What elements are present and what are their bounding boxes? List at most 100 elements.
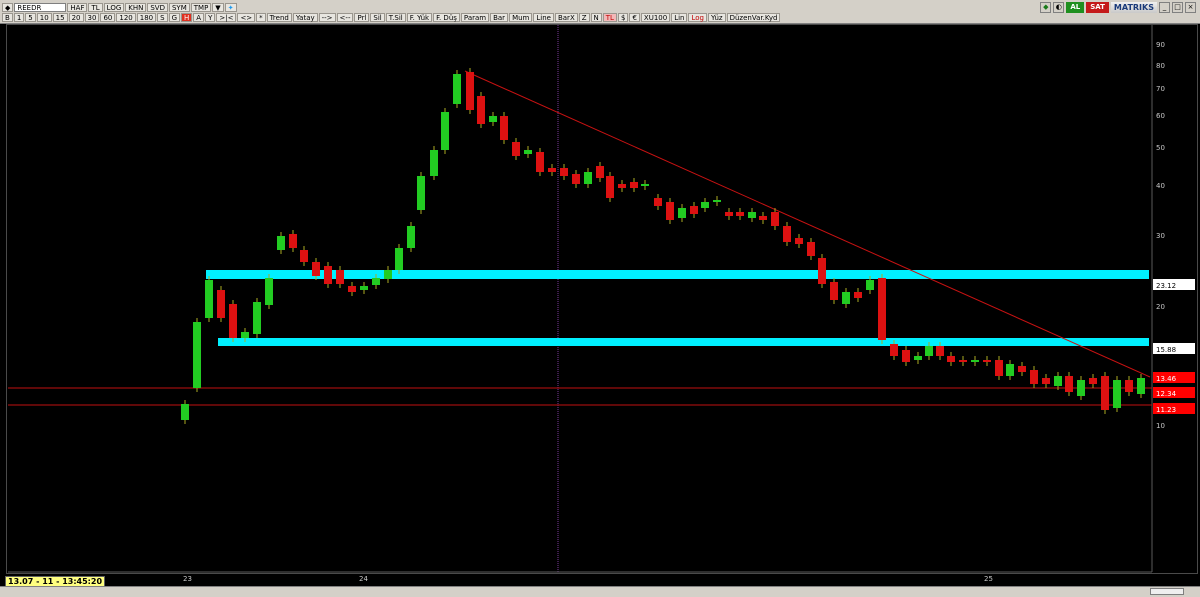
y-tick: 50 <box>1156 144 1165 152</box>
candle-body <box>666 202 674 220</box>
candle-body <box>1018 366 1026 372</box>
candle-body <box>654 198 662 206</box>
price-tags: 23.12 15.88 13.46 12.34 11.23 <box>1153 279 1195 414</box>
candle-body <box>453 74 461 104</box>
candle-body <box>466 72 474 110</box>
candle-body <box>500 116 508 140</box>
candle-body <box>1065 376 1073 392</box>
candle-body <box>995 360 1003 376</box>
candle-body <box>1089 378 1097 384</box>
candle-body <box>936 346 944 356</box>
candle-body <box>477 96 485 124</box>
price-tag: 11.23 <box>1153 403 1195 414</box>
candle-body <box>536 152 544 172</box>
candle-body <box>512 142 520 156</box>
price-axis: 90 80 70 60 50 40 30 20 10 <box>1156 41 1165 430</box>
candle-body <box>890 344 898 356</box>
y-tick: 10 <box>1156 422 1165 430</box>
candle-body <box>193 322 201 388</box>
candle-body <box>348 286 356 292</box>
svg-text:23.12: 23.12 <box>1156 282 1176 290</box>
candles <box>181 68 1145 424</box>
candle-body <box>417 176 425 210</box>
candle-body <box>312 262 320 276</box>
candle-body <box>560 168 568 176</box>
candle-body <box>701 202 709 208</box>
trend-line[interactable] <box>464 70 1151 378</box>
candle-body <box>1113 380 1121 408</box>
y-tick: 70 <box>1156 85 1165 93</box>
resistance-zone-upper[interactable] <box>206 270 1149 279</box>
candle-body <box>690 206 698 214</box>
candle-body <box>783 226 791 242</box>
candle-body <box>807 242 815 256</box>
candle-body <box>748 212 756 218</box>
candle-body <box>241 332 249 338</box>
candle-body <box>678 208 686 218</box>
candle-body <box>959 360 967 362</box>
candle-body <box>584 172 592 184</box>
candle-body <box>914 356 922 360</box>
candle-body <box>524 150 532 154</box>
support-zones <box>206 270 1149 346</box>
candle-body <box>217 290 225 318</box>
candle-body <box>842 292 850 304</box>
candle-body <box>1054 376 1062 386</box>
resistance-zone-lower[interactable] <box>218 338 1149 346</box>
candle-body <box>384 270 392 279</box>
x-tick: 24 <box>359 575 368 583</box>
candle-body <box>1006 364 1014 376</box>
y-tick: 40 <box>1156 182 1165 190</box>
price-tag: 12.34 <box>1153 387 1195 398</box>
svg-text:11.23: 11.23 <box>1156 406 1176 414</box>
candle-body <box>713 200 721 202</box>
candle-body <box>902 350 910 362</box>
price-tag: 13.46 <box>1153 372 1195 383</box>
candle-body <box>395 248 403 270</box>
horizontal-scrollbar[interactable] <box>0 586 1200 597</box>
x-tick: 25 <box>984 575 993 583</box>
y-tick: 80 <box>1156 62 1165 70</box>
y-tick: 90 <box>1156 41 1165 49</box>
candle-body <box>1125 380 1133 392</box>
candle-body <box>878 278 886 340</box>
candle-body <box>947 356 955 362</box>
candle-body <box>795 238 803 244</box>
candle-body <box>360 286 368 290</box>
candle-body <box>430 150 438 176</box>
candle-body <box>618 184 626 188</box>
candle-body <box>630 182 638 188</box>
candle-body <box>641 184 649 186</box>
y-tick: 30 <box>1156 232 1165 240</box>
candle-body <box>771 212 779 226</box>
candlestick-chart[interactable]: 90 80 70 60 50 40 30 20 10 23.12 15.88 1… <box>0 0 1200 596</box>
candle-body <box>725 212 733 216</box>
candle-body <box>489 116 497 122</box>
candle-body <box>289 234 297 248</box>
x-tick: 23 <box>183 575 192 583</box>
candle-body <box>854 292 862 298</box>
y-tick: 20 <box>1156 303 1165 311</box>
candle-body <box>1077 380 1085 396</box>
scrollbar-thumb[interactable] <box>1150 588 1184 595</box>
candle-body <box>205 280 213 318</box>
candle-body <box>1137 378 1145 394</box>
candle-body <box>265 278 273 305</box>
candle-body <box>983 360 991 362</box>
y-tick: 60 <box>1156 112 1165 120</box>
candle-body <box>1101 376 1109 410</box>
candle-body <box>736 212 744 216</box>
svg-text:13.46: 13.46 <box>1156 375 1177 383</box>
candle-body <box>596 166 604 178</box>
candle-body <box>372 278 380 285</box>
candle-body <box>1042 378 1050 384</box>
candle-body <box>925 346 933 356</box>
price-tag: 23.12 <box>1153 279 1195 290</box>
candle-body <box>407 226 415 248</box>
price-tag: 15.88 <box>1153 343 1195 354</box>
candle-body <box>300 250 308 262</box>
candle-body <box>971 360 979 362</box>
svg-text:12.34: 12.34 <box>1156 390 1177 398</box>
candle-body <box>830 282 838 300</box>
candle-body <box>548 168 556 172</box>
